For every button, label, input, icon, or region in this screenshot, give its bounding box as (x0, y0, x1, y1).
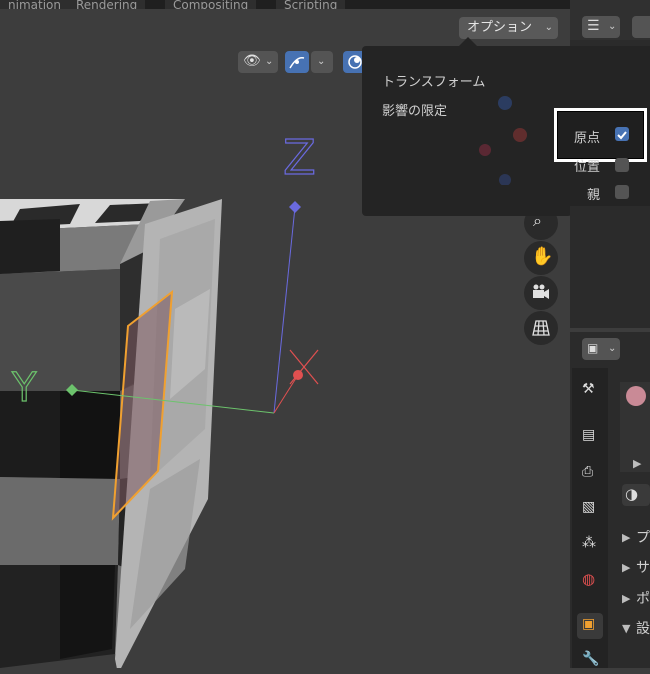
render-tab[interactable]: ▤ (577, 424, 603, 450)
section-arrow-icon[interactable]: ▶ (622, 531, 630, 544)
chevron-down-icon: ⌄ (608, 21, 617, 32)
tool-tab[interactable]: ⚒ (577, 378, 603, 404)
highlight-inner-border (557, 111, 644, 159)
section-label[interactable]: 設 (636, 618, 650, 638)
properties-mode[interactable]: ▣ ⌄ (582, 338, 620, 360)
world-tab[interactable]: ◍ (577, 567, 603, 593)
section-label[interactable]: サ (636, 557, 650, 577)
overlay-icon (348, 55, 362, 69)
properties-tab-bar: ⚒ ▤ ⎙ ▧ ⁂ ◍ ▣ 🔧 (572, 368, 608, 668)
tool-icon: ⚒ (582, 381, 595, 397)
checkmark-icon (617, 131, 627, 140)
pan-button[interactable]: ✋ (524, 241, 558, 275)
material-sphere-icon[interactable] (626, 386, 646, 406)
location-label: 位置 (574, 160, 601, 175)
view-layer-tab[interactable]: ▧ (577, 496, 603, 522)
visibility-icon: 👁 (243, 53, 261, 69)
output-tab[interactable]: ⎙ (577, 461, 603, 487)
shading-dropdown[interactable]: ◑ (622, 484, 650, 506)
scene-tab[interactable]: ⁂ (577, 532, 603, 558)
expand-arrow-icon[interactable]: ▶ (633, 457, 641, 470)
gizmo-icon (289, 56, 305, 69)
z-axis-label: Z (283, 130, 316, 186)
properties-icon: ▣ (587, 341, 599, 355)
section-label[interactable]: ポ (636, 588, 650, 608)
options-label: オプション (467, 20, 533, 35)
origin-checkbox[interactable] (615, 127, 629, 141)
camera-icon (533, 284, 549, 299)
chevron-down-icon: ⌄ (608, 343, 617, 354)
z-axis-handle[interactable] (289, 201, 301, 213)
world-icon: ◍ (582, 570, 596, 588)
camera-button[interactable] (524, 276, 558, 310)
chevron-down-icon: ⌄ (544, 22, 553, 33)
options-button[interactable]: オプション ⌄ (459, 17, 558, 39)
object-tab[interactable]: ▣ (577, 613, 603, 639)
section-arrow-icon[interactable]: ▶ (622, 561, 630, 574)
outliner-icon: ☰ (587, 18, 600, 34)
outliner-display-mode[interactable]: ☰ ⌄ (582, 16, 620, 38)
location-checkbox[interactable] (615, 158, 629, 172)
parent-checkbox[interactable] (615, 185, 629, 199)
grid-icon (532, 320, 550, 336)
visibility-dropdown[interactable]: 👁 ⌄ (238, 51, 278, 73)
gizmo-dropdown[interactable]: ⌄ (311, 51, 333, 73)
particles-icon: ⁂ (582, 535, 596, 551)
perspective-button[interactable] (524, 311, 558, 345)
menu-item-affect-only[interactable]: 影響の限定 (382, 100, 447, 119)
object-icon: ▣ (582, 616, 596, 632)
image-icon: ▧ (582, 499, 596, 515)
menu-item-transform[interactable]: トランスフォーム (382, 71, 485, 90)
wrench-icon: 🔧 (582, 651, 600, 667)
outliner-filter[interactable] (632, 16, 650, 38)
navigation-gizmo-shadow (470, 95, 540, 186)
origin-label: 原点 (574, 131, 601, 146)
gizmo-toggle[interactable] (285, 51, 309, 73)
chevron-down-icon: ⌄ (265, 56, 274, 67)
hand-icon: ✋ (531, 246, 554, 267)
parent-label: 親 (587, 188, 601, 203)
options-popover: トランスフォーム 影響の限定 (362, 37, 572, 216)
section-label[interactable]: プ (636, 527, 650, 547)
section-arrow-icon[interactable]: ▼ (622, 622, 630, 635)
output-icon: ⎙ (582, 464, 594, 480)
popover-arrow (459, 37, 477, 46)
shading-icon: ◑ (625, 485, 639, 503)
chevron-down-icon: ⌄ (317, 56, 326, 67)
render-icon: ▤ (582, 427, 596, 443)
y-axis-label: Y (11, 365, 37, 411)
section-arrow-icon[interactable]: ▶ (622, 592, 630, 605)
modifier-tab[interactable]: 🔧 (577, 648, 603, 674)
